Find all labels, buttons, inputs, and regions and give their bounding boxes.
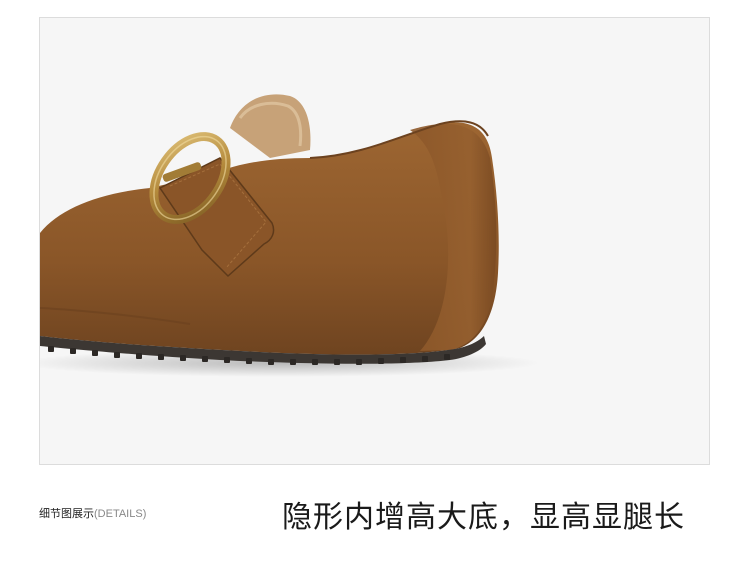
shoe-illustration <box>40 94 540 377</box>
details-caption: 细节图展示(DETAILS) <box>39 505 146 521</box>
details-caption-sub: (DETAILS) <box>94 508 147 520</box>
details-caption-label: 细节图展示 <box>39 507 94 520</box>
feature-headline: 隐形内增高大底，显高显腿长 <box>282 500 685 535</box>
product-photo <box>39 17 710 465</box>
